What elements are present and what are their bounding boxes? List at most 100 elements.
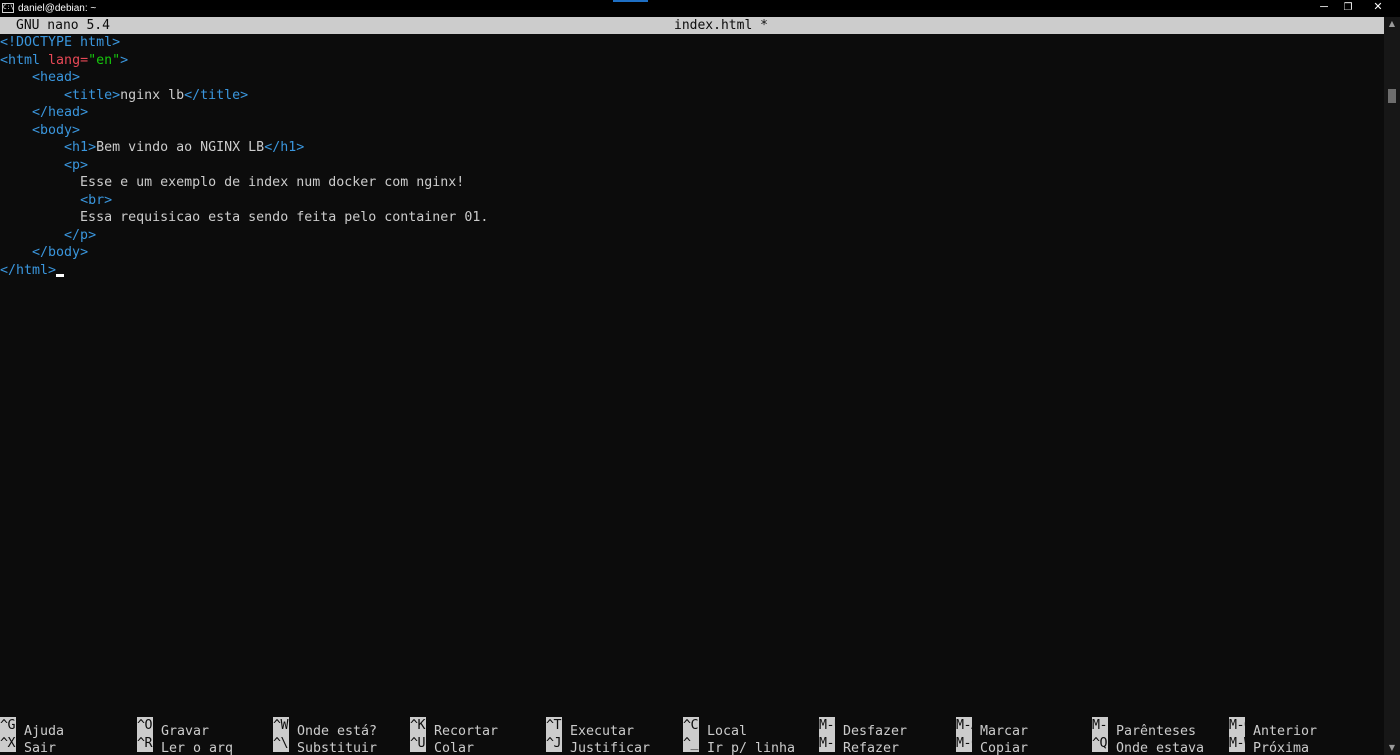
shortcut-item[interactable]: M-AMarcar [956,717,1028,739]
code-token: <!DOCTYPE html> [0,35,121,50]
code-line[interactable]: Esse e um exemplo de index num docker co… [0,174,464,192]
shortcut-key: M-] [1092,717,1108,735]
shortcut-item[interactable]: M-]Parênteses [1092,717,1196,739]
code-token: </title> [184,87,249,103]
focus-indicator [613,0,648,2]
code-line[interactable]: </head> [0,104,88,122]
shortcut-key: ^K [410,717,426,735]
code-token: Esse e um exemplo de index num docker co… [0,175,465,190]
code-line[interactable]: <title>nginx lb</title> [0,87,248,105]
code-line[interactable]: <html lang="en"> [0,52,128,70]
scroll-down-icon[interactable]: ▼ [1384,741,1400,755]
terminal-window: C:\ daniel@debian: ~ ─ ❐ ✕ GNU nano 5.4 … [0,0,1400,755]
shortcut-item[interactable]: ^W Onde está? [273,717,377,739]
shortcut-label: Ir p/ linha [707,741,796,755]
code-line[interactable]: <br> [0,192,112,210]
shortcut-key: ^J [546,734,562,752]
vertical-scrollbar[interactable]: ▲ ▼ [1384,17,1400,755]
scrollbar-thumb[interactable] [1388,89,1396,103]
shortcut-label: Sair [24,741,57,755]
window-title: daniel@debian: ~ [18,3,97,14]
shortcut-item[interactable]: ^K Recortar [410,717,498,739]
shortcut-key: ^\ [273,734,289,752]
shortcut-item[interactable]: ^\ Substituir [273,734,378,755]
shortcut-item[interactable]: M-E Refazer [819,734,900,755]
code-token: > [120,52,129,68]
code-line[interactable]: Essa requisicao esta sendo feita pelo co… [0,209,488,227]
shortcut-key: M-A [956,717,972,735]
code-line[interactable]: <p> [0,157,88,175]
code-token: </p> [64,227,97,243]
shortcut-label: Próxima [1253,741,1310,755]
code-token: </h1> [264,140,305,155]
editor-text-area[interactable]: <!DOCTYPE html> <html lang="en"> <head> <… [0,34,1384,704]
text-cursor [56,273,65,277]
shortcut-key: M-U [819,717,835,735]
code-token: <h1> [64,140,97,155]
code-token: <html [0,52,49,68]
shortcut-key: ^T [546,717,562,735]
shortcut-item[interactable]: ^R Ler o arq [137,734,234,755]
shortcut-key: M-6 [956,734,972,752]
code-line[interactable]: <!DOCTYPE html> [0,34,120,52]
shortcut-label: Refazer [843,741,900,755]
shortcut-item[interactable]: ^X Sair [0,734,57,755]
shortcut-key: ^X [0,734,16,752]
code-line[interactable]: </p> [0,227,96,245]
restore-button[interactable]: ❐ [1331,0,1365,17]
shortcut-item[interactable]: ^T Executar [546,717,634,739]
shortcut-key: M-Q [1229,717,1245,735]
code-token: lang= [48,52,89,68]
nano-version: GNU nano 5.4 [16,18,110,33]
code-token: "en" [88,52,121,68]
window-titlebar[interactable]: C:\ daniel@debian: ~ ─ ❐ ✕ [0,0,1400,17]
shortcut-label: Substituir [297,741,378,755]
code-token: Bem vindo ao NGINX LB [96,140,265,155]
code-line[interactable]: </body> [0,244,88,262]
shortcut-label: Colar [434,741,475,755]
code-line[interactable]: <body> [0,122,80,140]
shortcut-label: Copiar [980,741,1029,755]
shortcut-label: Ler o arq [161,741,234,755]
code-token: Essa requisicao esta sendo feita pelo co… [0,210,489,225]
shortcut-label: Justificar [570,741,651,755]
shortcut-item[interactable]: ^Q Onde estava [1092,734,1205,755]
shortcut-key: ^Q [1092,734,1108,752]
shortcut-item[interactable]: M-QAnterior [1229,717,1317,739]
shortcut-item[interactable]: M-UDesfazer [819,717,907,739]
code-token: <br> [80,192,113,208]
shortcut-key: ^_ [683,734,699,752]
shortcut-item[interactable]: ^G Ajuda [0,717,64,739]
shortcut-key: ^C [683,717,699,735]
console-app-icon: C:\ [2,3,14,13]
shortcut-key: M-W [1229,734,1245,752]
shortcut-item[interactable]: ^_ Ir p/ linha [683,734,796,755]
shortcut-bar: ^G Ajuda ^X Sair ^O Gravar ^R Ler o arq ^W Onde e… [0,717,1384,755]
shortcut-item[interactable]: ^C Local [683,717,747,739]
code-token: </head> [32,105,89,120]
shortcut-key: ^U [410,734,426,752]
shortcut-label: Onde estava [1116,741,1205,755]
shortcut-item[interactable]: ^U Colar [410,734,475,755]
shortcut-item[interactable]: ^J Justificar [546,734,651,755]
shortcut-key: ^R [137,734,153,752]
shortcut-item[interactable]: ^O Gravar [137,717,209,739]
shortcut-item[interactable]: M-6 Copiar [956,734,1029,755]
code-token: <p> [64,157,89,173]
code-token: <title> [64,87,121,103]
code-line[interactable]: <h1>Bem vindo ao NGINX LB</h1> [0,139,304,157]
close-button[interactable]: ✕ [1361,0,1395,17]
shortcut-item[interactable]: M-W Próxima [1229,734,1310,755]
code-line[interactable]: </html> [0,262,65,280]
code-line[interactable]: <head> [0,69,80,87]
code-token: <body> [32,122,81,138]
shortcut-key: ^O [137,717,153,735]
shortcut-key: ^G [0,717,16,735]
scroll-up-icon[interactable]: ▲ [1384,17,1400,31]
